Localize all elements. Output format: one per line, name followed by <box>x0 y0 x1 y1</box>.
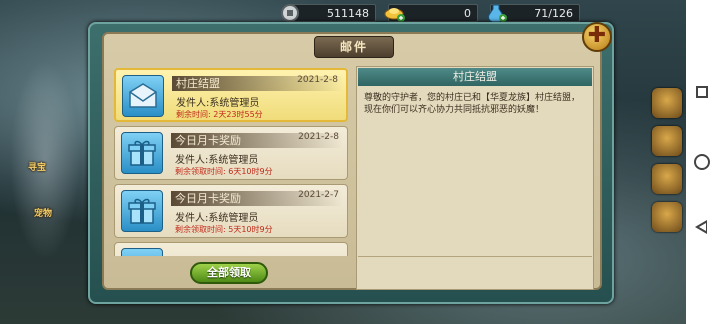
mail-item-3[interactable]: 今日月卡奖励 2021-2-7 发件人:系统管理员 剩余领取时间: 5天10时9… <box>114 184 348 238</box>
mail-title: 今日月卡奖励 <box>175 134 241 147</box>
mail-detail-content: 尊敬的守护者，您的村庄已和【华夏龙族】村庄结盟，现在你们可以齐心协力共同抵抗邪恶… <box>364 93 581 115</box>
gold-ingot-add-icon[interactable] <box>384 3 405 23</box>
mail-date: 2021-2-7 <box>298 190 339 200</box>
silver-coin-icon <box>280 3 300 23</box>
mail-item-1[interactable]: 村庄结盟 2021-2-8 发件人:系统管理员 剩余时间: 2天23时55分 <box>114 68 348 122</box>
gift-box-icon <box>121 190 163 232</box>
mail-date: 2021-2-8 <box>297 75 338 85</box>
stamina-value: 71/126 <box>534 7 573 20</box>
mail-remaining-time: 剩余领取时间: 6天10时9分 <box>175 167 273 176</box>
potion-add-icon[interactable] <box>486 3 507 23</box>
bg-label-treasure[interactable]: 寻宝 <box>28 160 46 173</box>
detail-divider <box>358 256 592 257</box>
silver-counter: 511148 <box>288 4 376 22</box>
mail-list[interactable]: 村庄结盟 2021-2-8 发件人:系统管理员 剩余时间: 2天23时55分 今… <box>110 64 350 256</box>
gold-value: 0 <box>464 7 471 20</box>
mail-sender: 发件人:系统管理员 <box>175 155 259 166</box>
back-triangle-inner <box>699 223 706 231</box>
mail-item-2[interactable]: 今日月卡奖励 2021-2-8 发件人:系统管理员 剩余领取时间: 6天10时9… <box>114 126 348 180</box>
side-feature-icon-2[interactable] <box>652 126 682 156</box>
mail-sender: 发件人:系统管理员 <box>176 98 260 109</box>
side-feature-icon-4[interactable] <box>652 202 682 232</box>
claim-all-button[interactable]: 全部领取 <box>190 262 268 284</box>
mail-sender: 发件人:系统管理员 <box>175 213 259 224</box>
letter-icon <box>122 75 164 117</box>
bg-label-pet[interactable]: 宠物 <box>34 206 52 219</box>
recents-square-icon[interactable] <box>696 86 708 98</box>
mail-title: 今日月卡奖励 <box>175 192 241 205</box>
mail-item-partial[interactable] <box>114 242 348 256</box>
mail-detail-title: 村庄结盟 <box>358 68 592 86</box>
plus-close-icon: ✚ <box>587 23 607 48</box>
home-circle-icon[interactable] <box>694 154 710 170</box>
mail-title: 村庄结盟 <box>176 77 220 90</box>
gift-box-icon <box>121 132 163 174</box>
side-feature-icon-3[interactable] <box>652 164 682 194</box>
side-feature-icon-1[interactable] <box>652 88 682 118</box>
mail-panel-title: 邮件 <box>314 36 394 58</box>
gift-box-icon <box>121 248 163 256</box>
mail-remaining-time: 剩余领取时间: 5天10时9分 <box>175 225 273 234</box>
close-button[interactable]: ✚ <box>582 22 612 52</box>
silver-value: 511148 <box>327 7 369 20</box>
mail-remaining-time: 剩余时间: 2天23时55分 <box>176 110 263 119</box>
mail-date: 2021-2-8 <box>298 132 339 142</box>
